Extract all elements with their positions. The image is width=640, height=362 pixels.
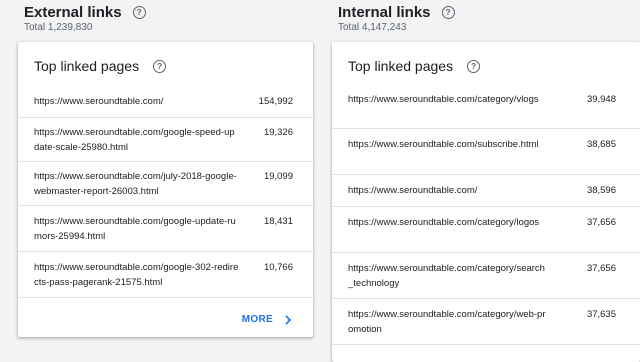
section-title: External links: [24, 4, 122, 21]
section-title: Internal links: [338, 4, 431, 21]
card-title-text: Top linked pages: [34, 58, 140, 74]
row-url: https://www.seroundtable.com/: [34, 96, 164, 107]
more-button[interactable]: MORE: [242, 314, 293, 325]
row-url: https://www.seroundtable.com/google-upda…: [34, 216, 236, 242]
table-row[interactable]: https://www.seroundtable.com/category/se…: [332, 253, 640, 299]
row-url: https://www.seroundtable.com/: [348, 185, 478, 196]
row-count: 37,656: [586, 217, 616, 228]
row-count: 10,766: [263, 262, 293, 273]
table-row[interactable]: https://www.seroundtable.com/subscribe.h…: [332, 129, 640, 175]
row-url: https://www.seroundtable.com/category/se…: [348, 263, 545, 289]
row-url: https://www.seroundtable.com/google-spee…: [34, 127, 235, 153]
card-title: Top linked pages ?: [348, 58, 481, 74]
table-row[interactable]: https://www.seroundtable.com/ 154,992: [18, 86, 313, 118]
table-row[interactable]: https://www.seroundtable.com/google-302-…: [18, 252, 313, 298]
card-title: Top linked pages ?: [34, 58, 167, 74]
row-count: 18,431: [263, 216, 293, 227]
row-url: https://www.seroundtable.com/category/lo…: [348, 217, 540, 228]
more-label: MORE: [241, 314, 273, 325]
row-count: 37,656: [586, 263, 616, 274]
row-count: 39,948: [586, 94, 616, 105]
table-row[interactable]: https://www.seroundtable.com/google-upda…: [18, 206, 313, 252]
linked-pages-list: https://www.seroundtable.com/ 154,992 ht…: [18, 86, 313, 298]
table-row[interactable]: https://www.seroundtable.com/july-2018-g…: [18, 162, 313, 206]
top-linked-pages-card: Top linked pages ? https://www.seroundta…: [332, 42, 640, 362]
row-url: https://www.seroundtable.com/subscribe.h…: [348, 139, 539, 150]
table-row[interactable]: https://www.seroundtable.com/category/lo…: [332, 207, 640, 253]
table-row[interactable]: https://www.seroundtable.com/google-spee…: [18, 118, 313, 162]
row-count: 38,596: [586, 185, 616, 196]
row-count: 19,099: [263, 171, 293, 182]
help-icon[interactable]: ?: [153, 59, 167, 73]
row-url: https://www.seroundtable.com/category/we…: [348, 309, 546, 335]
total-count: Total 4,147,243: [338, 22, 407, 33]
linked-pages-list: https://www.seroundtable.com/category/vl…: [332, 86, 640, 345]
row-count: 37,635: [586, 309, 616, 320]
row-url: https://www.seroundtable.com/google-302-…: [34, 262, 239, 288]
top-linked-pages-card: Top linked pages ? https://www.seroundta…: [18, 42, 313, 337]
external-links-header: External links ?: [24, 4, 146, 21]
row-count: 19,326: [263, 127, 293, 138]
row-url: https://www.seroundtable.com/july-2018-g…: [34, 171, 237, 197]
table-row[interactable]: https://www.seroundtable.com/category/vl…: [332, 86, 640, 129]
table-row[interactable]: https://www.seroundtable.com/ 38,596: [332, 175, 640, 207]
help-icon[interactable]: ?: [132, 6, 146, 19]
table-row[interactable]: https://www.seroundtable.com/category/we…: [332, 299, 640, 345]
row-url: https://www.seroundtable.com/category/vl…: [348, 94, 539, 105]
row-count: 154,992: [258, 96, 293, 107]
internal-links-header: Internal links ?: [338, 4, 455, 21]
help-icon[interactable]: ?: [441, 6, 455, 19]
chevron-right-icon: [285, 314, 292, 325]
total-count: Total 1,239,830: [24, 22, 93, 33]
card-title-text: Top linked pages: [348, 58, 454, 74]
help-icon[interactable]: ?: [467, 59, 481, 73]
row-count: 38,685: [586, 139, 616, 150]
